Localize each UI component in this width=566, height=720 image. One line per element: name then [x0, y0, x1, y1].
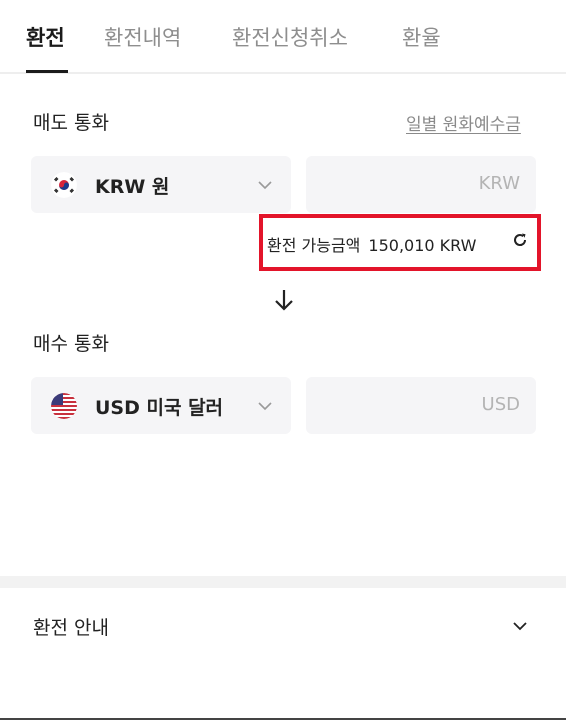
tab-bar: 환전 환전내역 환전신청취소 환율 — [0, 0, 566, 74]
korea-flag-icon — [51, 172, 77, 198]
section-divider — [0, 576, 566, 588]
sell-amount-unit: KRW — [478, 173, 520, 194]
sell-currency-label: 매도 통화 — [33, 112, 109, 134]
arrow-down-icon — [271, 287, 297, 313]
sell-amount-input[interactable]: KRW — [306, 156, 536, 213]
buy-currency-select[interactable]: USD 미국 달러 — [31, 377, 291, 434]
sell-currency-value: KRW 원 — [95, 176, 170, 198]
tab-exchange-cancel[interactable]: 환전신청취소 — [232, 22, 348, 52]
daily-krw-deposit-link[interactable]: 일별 원화예수금 — [406, 110, 521, 135]
available-amount-label: 환전 가능금액 — [267, 236, 361, 255]
buy-currency-label: 매수 통화 — [33, 333, 109, 355]
tab-exchange-rate[interactable]: 환율 — [402, 22, 441, 52]
exchange-guide-title: 환전 안내 — [33, 617, 109, 639]
chevron-down-icon — [257, 177, 273, 193]
usa-flag-icon — [51, 393, 77, 419]
available-amount-value: 150,010 KRW — [368, 236, 477, 255]
refresh-icon[interactable] — [511, 231, 529, 249]
tab-exchange-history[interactable]: 환전내역 — [104, 22, 181, 52]
active-tab-indicator — [26, 70, 68, 73]
available-amount: 환전 가능금액 150,010 KRW — [267, 232, 476, 256]
sell-currency-select[interactable]: KRW 원 — [31, 156, 291, 213]
tab-exchange[interactable]: 환전 — [26, 22, 65, 52]
chevron-down-icon — [511, 617, 529, 635]
chevron-down-icon — [257, 398, 273, 414]
buy-currency-value: USD 미국 달러 — [95, 397, 224, 419]
buy-amount-unit: USD — [481, 394, 520, 415]
buy-amount-input[interactable]: USD — [306, 377, 536, 434]
exchange-guide-accordion[interactable]: 환전 안내 — [0, 588, 566, 664]
